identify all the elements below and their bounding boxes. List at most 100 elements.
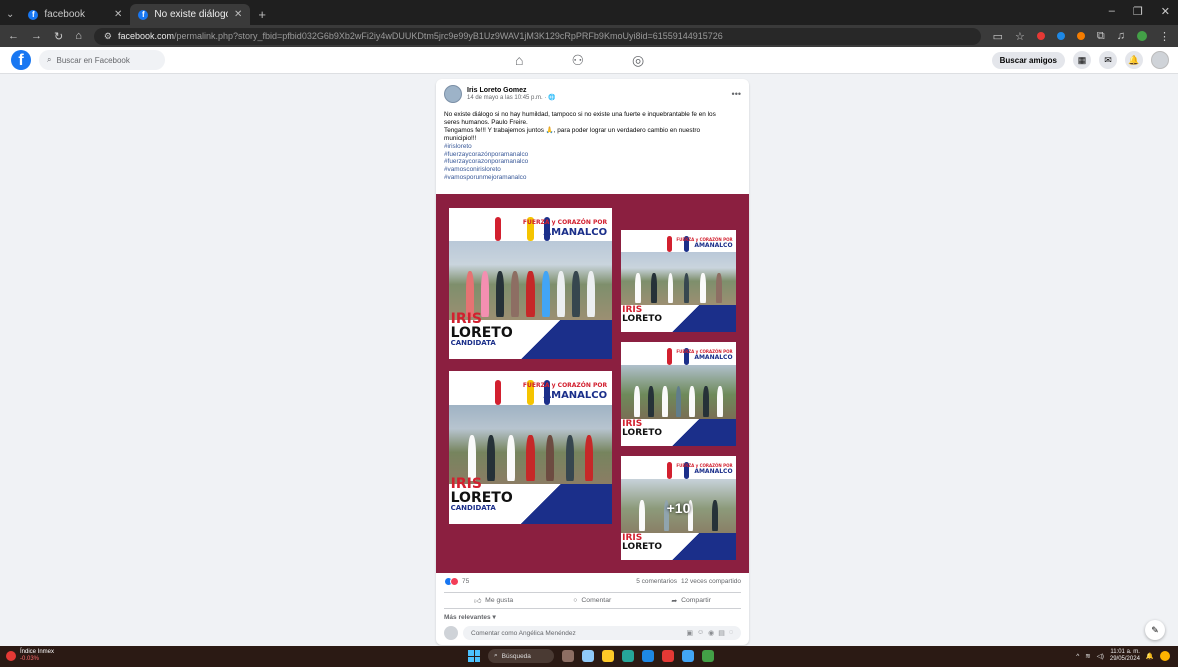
store-app-icon[interactable] (642, 650, 654, 662)
comment-input[interactable]: Comentar como Angélica Menéndez ▣ ☺ ◉ ▤ … (463, 626, 741, 640)
close-tab-icon[interactable]: ✕ (114, 9, 122, 20)
task-view-icon[interactable] (582, 650, 594, 662)
post-options-icon[interactable]: ••• (732, 89, 741, 99)
home-nav-icon[interactable]: ⌂ (515, 52, 523, 69)
photo-slogan: FUERZA y CORAZÓN POR (522, 219, 608, 227)
hashtag-link[interactable]: #vamosporunmejoramanalco (444, 174, 741, 182)
notification-bell-icon[interactable]: 🔔 (1146, 652, 1154, 660)
search-input[interactable]: ⌕ Buscar en Facebook (39, 50, 165, 70)
volume-icon[interactable]: ◁) (1097, 652, 1104, 660)
reaction-count[interactable]: 75 (462, 578, 469, 585)
close-tab-icon[interactable]: ✕ (234, 9, 242, 20)
author-name[interactable]: Iris Loreto Gomez (467, 87, 556, 94)
sticker-icon[interactable]: ▣ (686, 629, 693, 637)
back-icon[interactable]: ← (8, 30, 19, 42)
cast-icon[interactable]: ▭ (993, 30, 1003, 43)
post-photo-1[interactable]: FUERZA y CORAZÓN POR AMANALCO IRIS LORETO C… (449, 208, 612, 359)
extension-shield-icon[interactable] (1056, 32, 1065, 40)
post-text-line: No existe diálogo si no hay humildad, ta… (444, 111, 716, 118)
address-bar[interactable]: ⚙ facebook.com /permalink.php?story_fbid… (93, 27, 981, 45)
author-avatar[interactable] (444, 85, 462, 103)
tray-overflow-icon[interactable]: ^ (1076, 653, 1079, 660)
more-photos-count[interactable]: +10 (667, 500, 691, 516)
post-photo-5[interactable]: FUERZA y CORAZÓN POR AMANALCO IRIS LORETO … (621, 456, 736, 560)
copilot-icon[interactable] (1160, 651, 1170, 661)
post-photo-2[interactable]: FUERZA y CORAZÓN POR AMANALCO IRIS LORETO C… (449, 371, 612, 524)
comment-bubble-icon: ○ (573, 597, 578, 604)
wifi-icon[interactable]: ≋ (1085, 652, 1090, 660)
extension-red-icon[interactable] (1036, 32, 1045, 40)
stock-widget[interactable]: Índice Inmex -0.03% (6, 649, 54, 662)
comment-sort-label: Más relevantes (444, 614, 491, 621)
excel-app-icon[interactable] (702, 650, 714, 662)
like-button[interactable]: 👍︎ Me gusta (474, 597, 513, 605)
windows-start-icon[interactable] (468, 650, 480, 662)
extension-orange-icon[interactable] (1076, 32, 1085, 40)
photo-place: AMANALCO (694, 467, 733, 475)
chrome-app-icon[interactable] (662, 650, 674, 662)
sticker-face-icon[interactable]: ◌ (729, 629, 733, 637)
groups-nav-icon[interactable]: ◎ (632, 52, 644, 69)
facebook-logo-icon[interactable]: f (11, 50, 31, 70)
media-icon[interactable]: ♫ (1117, 30, 1125, 42)
shares-count[interactable]: 12 veces compartido (681, 578, 741, 585)
reload-icon[interactable]: ↻ (54, 30, 63, 43)
emoji-icon[interactable]: ☺ (697, 629, 704, 637)
comment-sort-dropdown[interactable]: Más relevantes ▾ (444, 613, 496, 621)
share-arrow-icon: ➦ (671, 597, 678, 605)
widgets-app-icon[interactable] (562, 650, 574, 662)
file-explorer-icon[interactable] (602, 650, 614, 662)
system-clock[interactable]: 11:01 a. m. 29/05/2024 (1110, 649, 1140, 663)
stock-down-icon (6, 650, 16, 661)
share-button[interactable]: ➦ Compartir (671, 597, 711, 605)
profile-avatar-icon[interactable] (1137, 31, 1147, 41)
word-app-icon[interactable] (682, 650, 694, 662)
main-nav: ⌂ ⚇ ◎ (515, 52, 644, 69)
notifications-bell-icon[interactable]: 🔔 (1125, 51, 1143, 69)
hashtag-link[interactable]: #vamosconirisloreto (444, 166, 741, 174)
maximize-icon[interactable]: ❐ (1133, 5, 1143, 18)
taskbar-search[interactable]: ⌕ Búsqueda (488, 649, 554, 663)
facebook-favicon-icon: f (28, 9, 39, 20)
photo-place: AMANALCO (543, 226, 608, 238)
friends-nav-icon[interactable]: ⚇ (571, 52, 584, 69)
forward-icon[interactable]: → (31, 30, 42, 42)
search-icon: ⌕ (47, 55, 52, 64)
camera-icon[interactable]: ◉ (708, 629, 714, 637)
site-info-icon[interactable]: ⚙ (104, 31, 112, 42)
tab-title: facebook (44, 9, 85, 20)
reactions-bar: 75 5 comentarios 12 veces compartido (444, 577, 741, 586)
hashtag-link[interactable]: #fuerzaycorazonporamanalco (444, 158, 741, 166)
reaction-icons[interactable] (444, 577, 459, 586)
account-avatar[interactable] (1151, 51, 1169, 69)
edge-browser-icon[interactable] (622, 650, 634, 662)
bookmark-star-icon[interactable]: ☆ (1015, 30, 1025, 43)
tab-post[interactable]: f No existe diálogo si no hay hu... ✕ (130, 4, 251, 25)
comment-button[interactable]: ○ Comentar (573, 597, 611, 604)
minimize-icon[interactable]: – (1109, 5, 1115, 18)
find-friends-button[interactable]: Buscar amigos (991, 51, 1065, 69)
messenger-icon[interactable]: ✉ (1099, 51, 1117, 69)
gif-icon[interactable]: ▤ (718, 629, 725, 637)
post-photo-3[interactable]: FUERZA y CORAZÓN POR AMANALCO IRIS LORETO (621, 230, 736, 332)
browser-menu-icon[interactable]: ⋮ (1159, 30, 1170, 43)
new-tab-button[interactable]: + (250, 7, 274, 25)
caret-down-icon: ▾ (492, 614, 496, 621)
browser-toolbar: ← → ↻ ⌂ ⚙ facebook.com /permalink.php?st… (0, 25, 1178, 47)
photo-role: CANDIDATA (450, 338, 496, 347)
hashtag-link[interactable]: #fuerzaycorazónporamanalco (444, 151, 741, 159)
close-window-icon[interactable]: ✕ (1161, 5, 1170, 18)
hashtag-link[interactable]: #irisloreto (444, 143, 741, 151)
share-label: Compartir (681, 597, 711, 604)
extensions-puzzle-icon[interactable]: ⧉ (1097, 30, 1105, 43)
windows-taskbar: Índice Inmex -0.03% ⌕ Búsqueda ^ ≋ ◁) 11:0… (0, 646, 1178, 667)
comments-count[interactable]: 5 comentarios (636, 578, 677, 585)
tab-search-icon[interactable]: ⌄ (6, 9, 14, 25)
home-icon[interactable]: ⌂ (75, 30, 82, 42)
new-message-button[interactable]: ✎ (1145, 620, 1165, 640)
menu-grid-icon[interactable]: ▦ (1073, 51, 1091, 69)
post-text-line: seres humanos. Paulo Freire. (444, 118, 528, 126)
post-date[interactable]: 14 de mayo a las 10:45 p.m. · 🌐 (467, 94, 556, 101)
tab-facebook[interactable]: f facebook ✕ (20, 4, 130, 25)
post-photo-4[interactable]: FUERZA y CORAZÓN POR AMANALCO IRIS LORETO (621, 342, 736, 446)
